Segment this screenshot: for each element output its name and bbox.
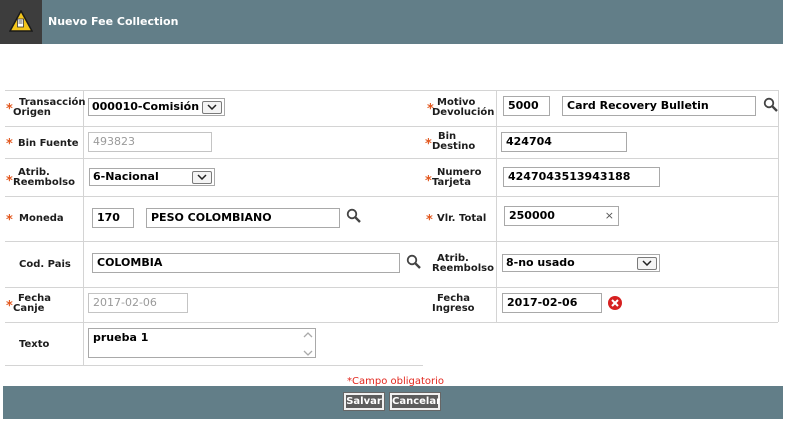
warning-icon [0, 0, 42, 44]
required-star: * [426, 213, 433, 228]
bin-fuente-label: Bin Fuente [18, 138, 79, 149]
moneda-label: Moneda [19, 213, 64, 224]
save-button[interactable]: Salvar [343, 392, 385, 411]
vlr-total-input[interactable]: 250000 × [504, 206, 619, 226]
search-icon[interactable] [763, 97, 779, 113]
right-border [778, 90, 779, 322]
column-divider [83, 90, 84, 365]
texto-label: Texto [19, 339, 50, 350]
transaccion-origen-value: 000010-Comisión [92, 100, 200, 113]
numero-tarjeta-label: Numero Tarjeta [432, 168, 482, 188]
texto-textarea[interactable]: prueba 1 [88, 328, 316, 358]
cancel-button[interactable]: Cancelar [389, 392, 441, 411]
atrib-reembolso-select[interactable]: 6-Nacional [89, 168, 215, 186]
required-star: * [6, 213, 13, 228]
label-line: Reembolso [432, 263, 494, 274]
required-star: * [425, 137, 432, 152]
column-divider [496, 90, 497, 322]
required-star: * [6, 137, 13, 152]
fecha-ingreso-label: Fecha Ingreso [432, 294, 475, 314]
search-icon[interactable] [346, 208, 362, 224]
atrib-reembolso-2-select[interactable]: 8-no usado [502, 254, 660, 272]
transaccion-origen-select[interactable]: 000010-Comisión [88, 98, 225, 116]
row-divider [5, 241, 778, 242]
label-line: Tarjeta [432, 177, 471, 188]
row-divider [5, 126, 778, 127]
row-divider [5, 196, 778, 197]
transaccion-origen-label: Transacción Origen [13, 98, 86, 118]
label-line: Reembolso [13, 177, 75, 188]
textarea-scrollbar[interactable] [302, 330, 314, 358]
cod-pais-label: Cod. Pais [19, 259, 71, 270]
label-line: Devolución [432, 107, 495, 118]
window-title: Nuevo Fee Collection [48, 15, 179, 28]
clear-icon[interactable]: × [605, 207, 614, 225]
required-star: * [6, 102, 13, 117]
atrib-reembolso-2-value: 8-no usado [506, 256, 575, 269]
row-divider [5, 90, 778, 91]
label-line: Origen [13, 107, 51, 118]
numero-tarjeta-input[interactable]: 4247043513943188 [503, 167, 660, 187]
bin-destino-label: Bin Destino [432, 132, 475, 152]
motivo-devolucion-label: Motivo Devolución [432, 98, 494, 118]
search-icon[interactable] [406, 254, 422, 270]
moneda-code-input[interactable]: 170 [92, 208, 134, 228]
required-star: * [6, 174, 13, 189]
label-line: Ingreso [432, 303, 475, 314]
motivo-code-input[interactable]: 5000 [503, 96, 550, 116]
row-divider [5, 322, 778, 323]
required-star: * [425, 174, 432, 189]
vlr-total-value: 250000 [509, 209, 555, 222]
fecha-canje-input[interactable]: 2017-02-06 [88, 293, 188, 313]
chevron-down-icon [637, 257, 657, 270]
bin-fuente-input[interactable]: 493823 [88, 132, 212, 152]
clear-date-icon[interactable] [607, 295, 623, 311]
fecha-ingreso-input[interactable]: 2017-02-06 [502, 293, 602, 313]
label-line: Canje [13, 303, 45, 314]
atrib-reembolso-2-label: Atrib. Reembolso [432, 254, 494, 274]
row-divider [5, 287, 778, 288]
row-divider [5, 365, 423, 366]
cod-pais-input[interactable]: COLOMBIA [92, 253, 400, 273]
row-divider [5, 158, 778, 159]
fecha-canje-label: Fecha Canje [13, 294, 51, 314]
bin-destino-input[interactable]: 424704 [501, 132, 627, 152]
atrib-reembolso-label: Atrib. Reembolso [13, 168, 75, 188]
required-star: * [6, 299, 13, 314]
atrib-reembolso-value: 6-Nacional [93, 170, 159, 183]
motivo-description-input[interactable]: Card Recovery Bulletin [562, 96, 756, 116]
moneda-description-input[interactable]: PESO COLOMBIANO [146, 208, 340, 228]
chevron-down-icon [192, 171, 212, 184]
vlr-total-label: Vlr. Total [437, 213, 487, 224]
chevron-down-icon [202, 101, 222, 114]
label-line: Destino [432, 141, 476, 152]
texto-value: prueba 1 [93, 331, 149, 344]
